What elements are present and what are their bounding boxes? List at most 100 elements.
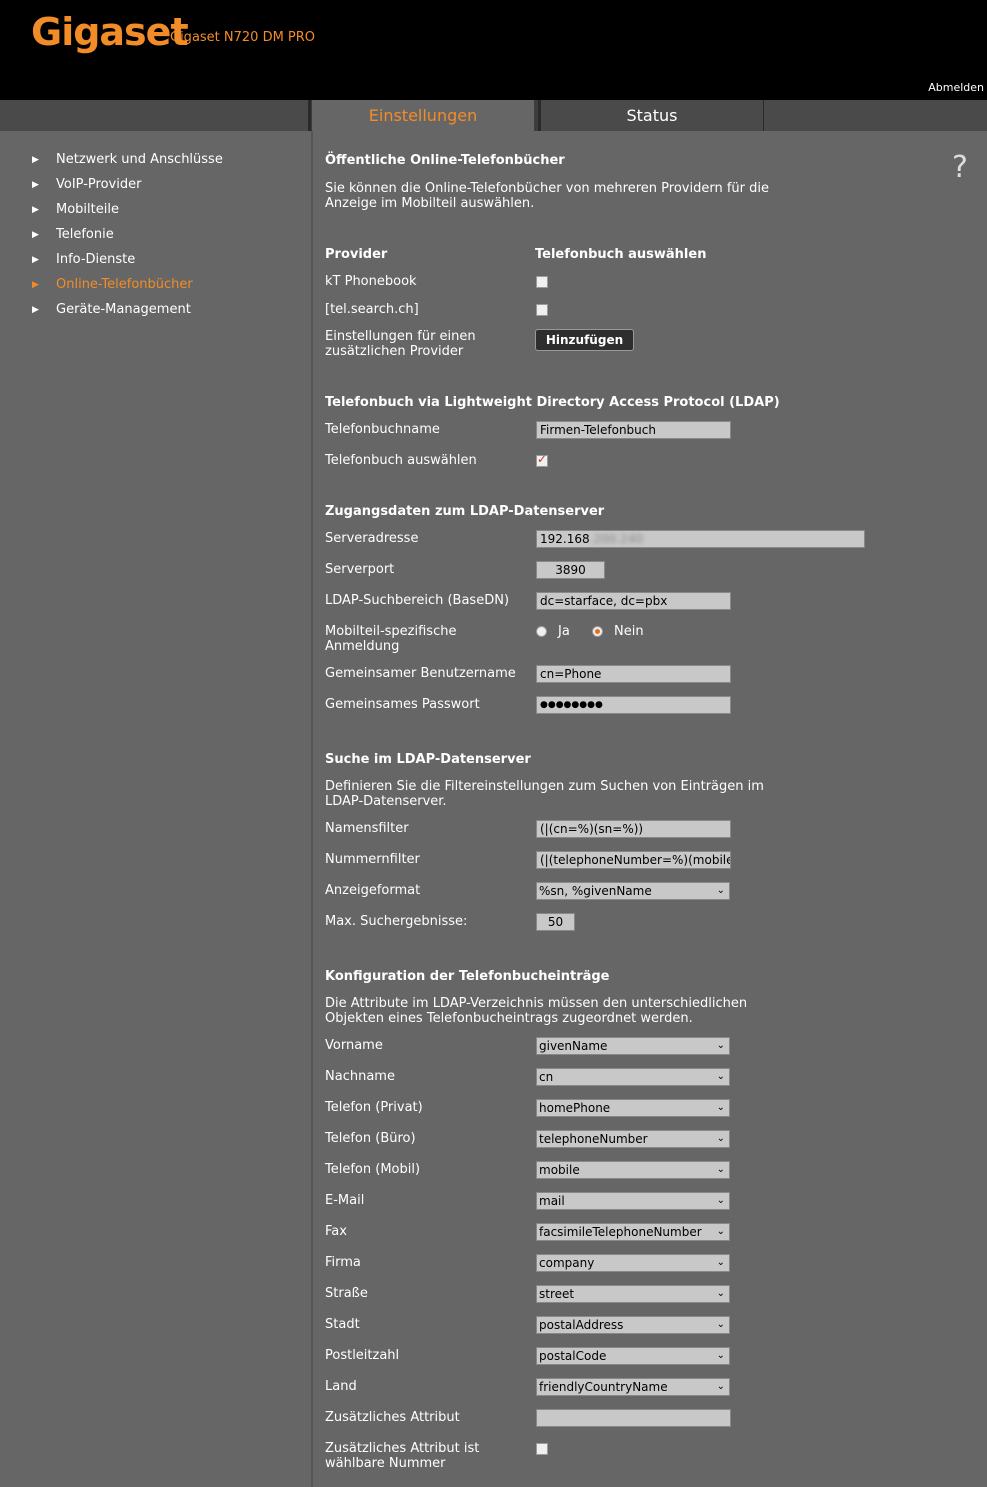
field-value: mail [539,1194,565,1208]
name-filter-input[interactable]: (|(cn=%)(sn=%)) [536,820,731,838]
basedn-input[interactable]: dc=starface, dc=pbx [536,592,731,610]
login-yes-radio[interactable] [536,626,547,637]
field-value: cn [539,1070,554,1084]
arrow-right-icon: ▶ [32,280,39,290]
server-address-blurred: .200.240 [589,532,644,546]
chevron-down-icon: ⌄ [716,1226,725,1237]
field-value: homePhone [539,1101,611,1115]
chevron-down-icon: ⌄ [716,1133,725,1144]
server-address-input[interactable]: 192.168.200.240 [536,530,865,548]
field-strasse-select[interactable]: street ⌄ [536,1285,730,1303]
phonebook-name-input[interactable]: Firmen-Telefonbuch [536,421,731,439]
field-value: street [539,1287,575,1301]
provider-tel-search-checkbox[interactable] [536,304,548,316]
field-firma-label: Firma [325,1255,361,1270]
server-port-input[interactable]: 3890 [536,561,605,579]
chevron-down-icon: ⌄ [716,1164,725,1175]
sidebar-item-label: Netzwerk und Anschlüsse [56,152,223,167]
config-description-line1: Die Attribute im LDAP-Verzeichnis müssen… [325,996,748,1011]
field-postleitzahl-select[interactable]: postalCode ⌄ [536,1347,730,1365]
chevron-down-icon: ⌄ [716,1040,725,1051]
public-description-line1: Sie können die Online-Telefonbücher von … [325,181,769,196]
chevron-down-icon: ⌄ [716,885,725,896]
field-email-label: E-Mail [325,1193,365,1208]
tab-bar-spacer [764,100,987,131]
column-header-provider: Provider [325,247,388,262]
chevron-down-icon: ⌄ [716,1381,725,1392]
field-fax-select[interactable]: facsimileTelephoneNumber ⌄ [536,1223,730,1241]
tab-status[interactable]: Status [538,100,766,131]
field-email-select[interactable]: mail ⌄ [536,1192,730,1210]
public-description-line2: Anzeige im Mobilteil auswählen. [325,196,535,211]
field-nachname-select[interactable]: cn ⌄ [536,1068,730,1086]
extra-attribute-dialable-label-line1: Zusätzliches Attribut ist [325,1441,480,1456]
sidebar-item-geraete-management[interactable]: ▶ Geräte-Management [0,300,310,325]
provider-kt-phonebook-checkbox[interactable] [536,276,548,288]
field-value: givenName [539,1039,608,1053]
display-format-select[interactable]: %sn, %givenName ⌄ [536,882,730,900]
field-land-select[interactable]: friendlyCountryName ⌄ [536,1378,730,1396]
field-value: facsimileTelephoneNumber [539,1225,702,1239]
help-icon[interactable]: ? [952,150,968,185]
sidebar-item-info-dienste[interactable]: ▶ Info-Dienste [0,250,310,275]
login-no-label: Nein [614,624,644,639]
provider-kt-phonebook-label: kT Phonebook [325,274,417,289]
arrow-right-icon: ▶ [32,205,39,215]
search-description-line2: LDAP-Datenserver. [325,794,447,809]
field-land-label: Land [325,1379,357,1394]
server-port-label: Serverport [325,562,395,577]
extra-attribute-dialable-checkbox[interactable] [536,1443,548,1455]
field-value: mobile [539,1163,580,1177]
tab-bar: Einstellungen Status [0,100,987,131]
logout-link[interactable]: Abmelden [928,81,984,94]
shared-username-label: Gemeinsamer Benutzername [325,666,516,681]
arrow-right-icon: ▶ [32,305,39,315]
handset-login-label-line1: Mobilteil-spezifische [325,624,457,639]
sidebar-item-online-telefonbuecher[interactable]: ▶ Online-Telefonbücher [0,275,310,300]
shared-username-input[interactable]: cn=Phone [536,665,731,683]
sidebar-divider [311,131,313,1487]
sidebar-item-mobilteile[interactable]: ▶ Mobilteile [0,200,310,225]
additional-provider-label-line1: Einstellungen für einen [325,329,476,344]
sidebar-item-label: Online-Telefonbücher [56,277,193,292]
field-telefon-buero-label: Telefon (Büro) [325,1131,416,1146]
chevron-down-icon: ⌄ [716,1071,725,1082]
field-nachname-label: Nachname [325,1069,395,1084]
section-title-config: Konfiguration der Telefonbucheinträge [325,969,610,984]
login-no-radio[interactable] [592,626,603,637]
field-firma-select[interactable]: company ⌄ [536,1254,730,1272]
field-telefon-buero-select[interactable]: telephoneNumber ⌄ [536,1130,730,1148]
add-provider-button[interactable]: Hinzufügen [535,329,634,351]
chevron-down-icon: ⌄ [716,1288,725,1299]
extra-attribute-input[interactable] [536,1409,731,1427]
gigaset-logo: Gigaset [31,10,189,54]
max-results-input[interactable]: 50 [536,913,575,931]
field-stadt-select[interactable]: postalAddress ⌄ [536,1316,730,1334]
sidebar-item-label: Geräte-Management [56,302,191,317]
section-title-ldap: Telefonbuch via Lightweight Directory Ac… [325,395,780,410]
number-filter-label: Nummernfilter [325,852,420,867]
server-address-value: 192.168 [540,532,590,546]
number-filter-input[interactable]: (|(telephoneNumber=%)(mobile= [536,851,731,869]
sidebar-item-voip-provider[interactable]: ▶ VoIP-Provider [0,175,310,200]
sidebar: ▶ Netzwerk und Anschlüsse ▶ VoIP-Provider … [0,150,310,325]
field-vorname-select[interactable]: givenName ⌄ [536,1037,730,1055]
field-telefon-mobil-label: Telefon (Mobil) [325,1162,421,1177]
field-value: postalAddress [539,1318,624,1332]
sidebar-item-netzwerk[interactable]: ▶ Netzwerk und Anschlüsse [0,150,310,175]
handset-login-label-line2: Anmeldung [325,639,400,654]
field-telefon-mobil-select[interactable]: mobile ⌄ [536,1161,730,1179]
field-stadt-label: Stadt [325,1317,360,1332]
shared-password-input[interactable]: ●●●●●●●● [536,696,731,714]
field-value: friendlyCountryName [539,1380,668,1394]
tab-einstellungen[interactable]: Einstellungen [312,100,534,131]
sidebar-item-label: Mobilteile [56,202,119,217]
field-telefon-privat-select[interactable]: homePhone ⌄ [536,1099,730,1117]
search-description-line1: Definieren Sie die Filtereinstellungen z… [325,779,764,794]
sidebar-item-label: Info-Dienste [56,252,136,267]
section-title-search: Suche im LDAP-Datenserver [325,752,531,767]
phonebook-select-checkbox[interactable] [536,452,548,467]
sidebar-item-label: Telefonie [56,227,114,242]
sidebar-item-telefonie[interactable]: ▶ Telefonie [0,225,310,250]
server-address-label: Serveradresse [325,531,419,546]
